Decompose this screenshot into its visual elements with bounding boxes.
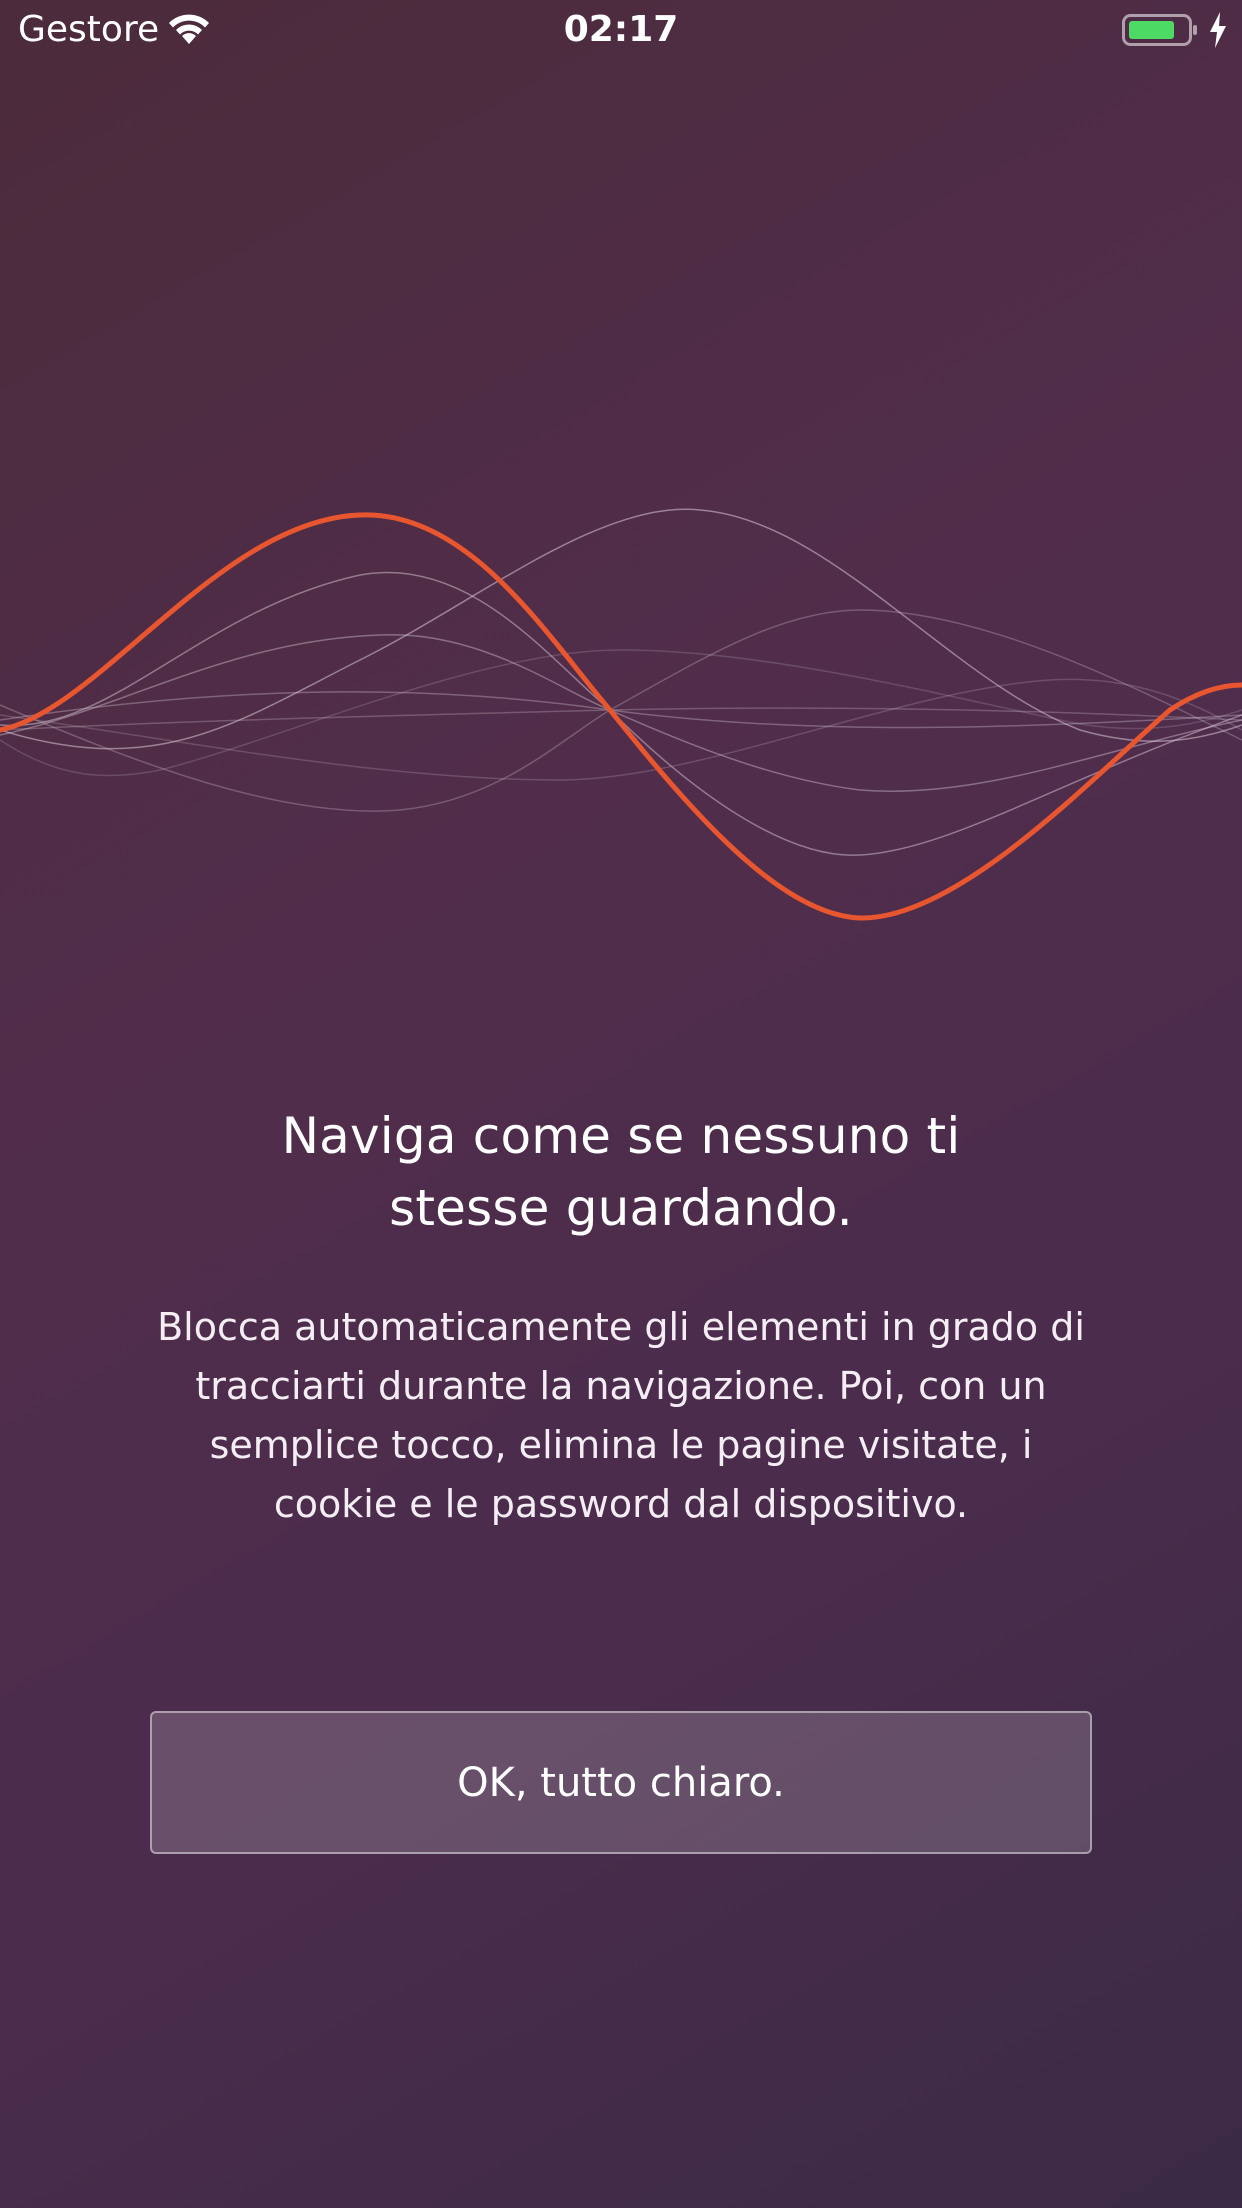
onboarding-description: Blocca automaticamente gli elementi in g…: [130, 1298, 1112, 1534]
ok-button-label: OK, tutto chiaro.: [457, 1759, 785, 1806]
wave-line: [0, 609, 1242, 812]
headline-line: Naviga come se nessuno ti: [281, 1107, 961, 1165]
accent-wave-line: [0, 512, 1242, 921]
description-line: Blocca automaticamente gli elementi in g…: [157, 1305, 1085, 1349]
onboarding-headline: Naviga come se nessuno ti stesse guardan…: [140, 1100, 1102, 1244]
battery-icon: [1122, 14, 1197, 46]
description-line: cookie e le password dal dispositivo.: [273, 1482, 969, 1526]
ok-button[interactable]: OK, tutto chiaro.: [150, 1711, 1092, 1854]
headline-line: stesse guardando.: [389, 1179, 853, 1237]
sound-wave-illustration: [0, 508, 1242, 921]
charging-bolt-icon: [1210, 12, 1226, 48]
description-line: tracciarti durante la navigazione. Poi, …: [195, 1364, 1047, 1408]
wave-line: [0, 678, 1242, 781]
status-time: 02:17: [563, 9, 679, 50]
status-bar: Gestore 02:17: [0, 0, 1242, 60]
description-line: semplice tocco, elimina le pagine visita…: [209, 1423, 1033, 1467]
